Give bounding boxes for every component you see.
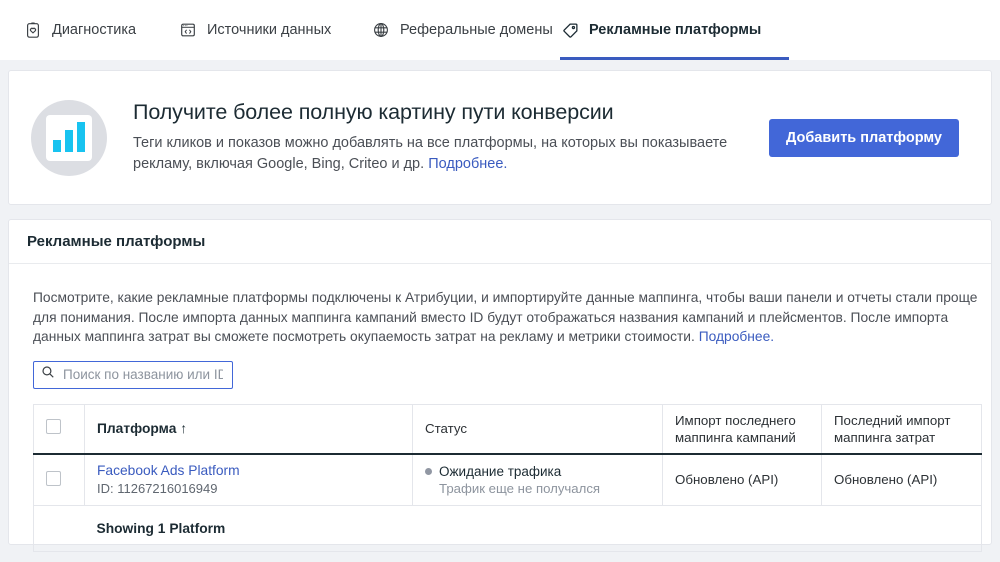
chart-bar-1 <box>53 139 61 152</box>
tab-label: Диагностика <box>52 22 137 38</box>
select-all-checkbox[interactable] <box>46 419 61 435</box>
select-all-header <box>33 404 85 455</box>
add-platform-button[interactable]: Добавить платформу <box>768 118 959 157</box>
card-body: Посмотрите, какие рекламные платформы по… <box>9 264 991 552</box>
table-header-row: Платформа ↑ Статус Импорт последнего мап… <box>33 404 982 455</box>
page-root: Диагностика Источники данных Реферальные… <box>0 0 1000 562</box>
table-header: Платформа ↑ Статус Импорт последнего мап… <box>33 404 982 455</box>
tab-referral-domains[interactable]: Реферальные домены <box>371 0 553 60</box>
hero-learn-more-link[interactable]: Подробнее. <box>428 156 507 172</box>
cost-import-cell: Обновлено (API) <box>821 454 982 506</box>
platform-cell: Facebook Ads Platform ID: 11267216016949 <box>84 454 413 506</box>
hero-subtitle: Теги кликов и показов можно добавлять на… <box>133 133 769 175</box>
clipboard-check-icon <box>23 20 43 40</box>
code-window-icon <box>178 20 198 40</box>
column-label: Импорт последнего маппинга кампаний <box>675 412 796 445</box>
card-header: Рекламные платформы <box>9 220 991 264</box>
status-cell: Ожидание трафика Трафик еще не получался <box>412 454 663 506</box>
active-tab-underline <box>560 57 789 60</box>
hero-text-block: Получите более полную картину пути конве… <box>133 100 769 175</box>
column-label: Статус <box>425 421 468 437</box>
search-icon <box>41 365 55 384</box>
ad-platforms-card: Рекламные платформы Посмотрите, какие ре… <box>8 219 992 552</box>
tab-diagnostics[interactable]: Диагностика <box>23 0 136 60</box>
status-dot-icon <box>425 467 432 475</box>
column-header-cost-import[interactable]: Последний импорт маппинга затрат <box>821 404 982 455</box>
column-header-campaign-import[interactable]: Импорт последнего маппинга кампаний <box>662 404 822 455</box>
card-title: Рекламные платформы <box>27 233 206 250</box>
table-footer-count: Showing 1 Platform <box>96 520 226 536</box>
column-label: Последний импорт маппинга затрат <box>834 412 951 445</box>
status-subtitle: Трафик еще не получался <box>439 480 601 496</box>
sort-ascending-icon: ↑ <box>180 421 188 437</box>
column-header-status[interactable]: Статус <box>412 404 663 455</box>
search-box[interactable] <box>33 360 233 389</box>
status-title: Ожидание трафика <box>439 463 562 479</box>
tab-bar: Диагностика Источники данных Реферальные… <box>0 0 1000 60</box>
globe-icon <box>371 20 391 40</box>
card-description: Посмотрите, какие рекламные платформы по… <box>33 288 981 347</box>
tab-label: Реферальные домены <box>400 22 553 38</box>
card-learn-more-link[interactable]: Подробнее. <box>699 329 774 344</box>
tab-data-sources[interactable]: Источники данных <box>178 0 331 60</box>
campaign-import-cell: Обновлено (API) <box>662 454 822 506</box>
hero-title: Получите более полную картину пути конве… <box>133 100 614 124</box>
table-body: Facebook Ads Platform ID: 11267216016949… <box>33 454 982 551</box>
search-input[interactable] <box>61 366 225 383</box>
card-description-text: Посмотрите, какие рекламные платформы по… <box>33 290 978 344</box>
tab-ad-platforms[interactable]: Рекламные платформы <box>560 0 790 60</box>
column-header-platform[interactable]: Платформа ↑ <box>84 404 413 455</box>
tab-label: Источники данных <box>207 22 332 38</box>
platforms-table: Платформа ↑ Статус Импорт последнего мап… <box>33 403 982 552</box>
row-checkbox[interactable] <box>46 470 61 486</box>
tab-label: Рекламные платформы <box>589 22 762 38</box>
status-badge: Ожидание трафика <box>425 463 650 480</box>
table-footer-row: Showing 1 Platform <box>34 505 982 551</box>
table-row: Facebook Ads Platform ID: 11267216016949… <box>33 454 982 506</box>
chart-bar-3 <box>77 121 85 152</box>
chart-bar-2 <box>65 129 73 152</box>
column-label: Платформа <box>97 421 177 437</box>
row-select-cell <box>33 454 85 506</box>
footer-spacer <box>34 505 85 551</box>
platform-id: ID: 11267216016949 <box>97 481 218 497</box>
hero-banner: Получите более полную картину пути конве… <box>8 70 992 205</box>
tag-icon <box>560 20 580 40</box>
platform-link[interactable]: Facebook Ads Platform <box>97 462 400 479</box>
bar-chart-icon <box>31 99 107 176</box>
